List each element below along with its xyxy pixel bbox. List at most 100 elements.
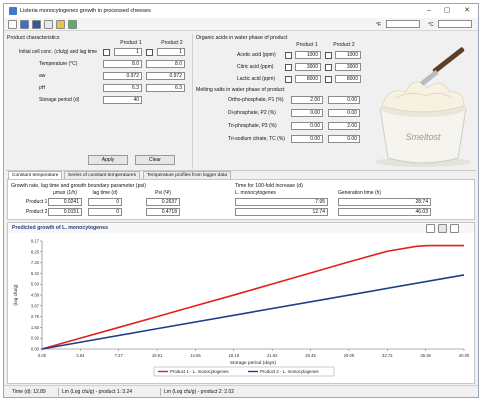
results-panel: Growth rate, lag time and growth boundar… xyxy=(7,179,475,220)
lag-time-value-1: 0 xyxy=(88,198,122,206)
psi-value-1: 0.2637 xyxy=(146,198,180,206)
x-tick-label: 36.36 xyxy=(420,353,431,358)
tri-sodium-citrate-input-2[interactable]: 0.00 xyxy=(328,135,360,143)
clear-button[interactable]: Clear xyxy=(135,155,175,165)
product-heading: Product characteristics xyxy=(7,35,60,41)
lactic-checkbox-1[interactable] xyxy=(285,76,292,83)
close-icon[interactable]: ✕ xyxy=(460,6,474,16)
increase-heading: Time for 100-fold increase (d) xyxy=(235,183,303,189)
organic-product2-column: Product 2 xyxy=(333,42,355,48)
initial-conc-input-2[interactable]: 1 xyxy=(157,48,185,56)
psi-column: Psi (Ψ) xyxy=(155,190,171,196)
window-title: Listeria monocytogenes growth in process… xyxy=(20,8,151,14)
tri-sodium-citrate-input-1[interactable]: 0.00 xyxy=(291,135,323,143)
lag-time-column: lag time (d) xyxy=(92,190,118,196)
y-tick-label: 0.92 xyxy=(31,336,40,341)
plot-header: Predicted growth of L. monocytogenes xyxy=(12,225,108,231)
title-bar: Listeria monocytogenes growth in process… xyxy=(4,4,478,18)
mumax-column: μmax (1/h) xyxy=(53,190,77,196)
tab-series-temperatures[interactable]: Series of constant temperatures xyxy=(64,171,140,179)
di-phosphate-label: Di-phosphate, P2 (%) xyxy=(228,110,276,116)
lag-time-checkbox-1[interactable] xyxy=(103,49,110,56)
plot-save-icon[interactable] xyxy=(438,224,447,233)
toolbar: °F °C xyxy=(4,18,478,31)
citric-input-1[interactable]: 3000 xyxy=(295,63,321,71)
lactic-input-2[interactable]: 8000 xyxy=(335,75,361,83)
x-tick-label: 14.55 xyxy=(190,353,201,358)
y-tick-label: 2.75 xyxy=(31,314,40,319)
storage-period-input[interactable]: 40 xyxy=(103,96,142,104)
temperature-input-2[interactable]: 8.0 xyxy=(146,60,185,68)
acetic-input-2[interactable]: 1000 xyxy=(335,51,361,59)
temperature-label: Temperature (°C) xyxy=(39,61,78,67)
citric-checkbox-1[interactable] xyxy=(285,64,292,71)
tri-phosphate-input-2[interactable]: 2.00 xyxy=(328,122,360,130)
maximize-icon[interactable]: ▢ xyxy=(440,6,454,16)
status-product2: Lm (Log cfu/g) - product 2: 2.02 xyxy=(164,389,235,395)
citric-checkbox-2[interactable] xyxy=(325,64,332,71)
save-icon[interactable] xyxy=(32,20,41,29)
export-icon[interactable] xyxy=(56,20,65,29)
ortho-phosphate-input-2[interactable]: 0.00 xyxy=(328,96,360,104)
fahrenheit-label: °F xyxy=(376,22,382,28)
app-window: Listeria monocytogenes growth in process… xyxy=(3,3,479,398)
generation-time-column: Generation time (h) xyxy=(338,190,382,196)
acetic-checkbox-2[interactable] xyxy=(325,52,332,59)
plot-zoom-icon[interactable] xyxy=(450,224,459,233)
acetic-input-1[interactable]: 1000 xyxy=(295,51,321,59)
help-icon[interactable] xyxy=(68,20,77,29)
psi-value-2: 0.4718 xyxy=(146,208,180,216)
lactic-input-1[interactable]: 8000 xyxy=(295,75,321,83)
di-phosphate-input-2[interactable]: 0.00 xyxy=(328,109,360,117)
initial-conc-input-1[interactable]: 1 xyxy=(114,48,142,56)
y-tick-label: 0.00 xyxy=(31,347,40,352)
di-phosphate-input-1[interactable]: 0.00 xyxy=(291,109,323,117)
new-file-icon[interactable] xyxy=(8,20,17,29)
print-icon[interactable] xyxy=(44,20,53,29)
x-tick-label: 10.91 xyxy=(152,353,163,358)
celsius-label: °C xyxy=(428,22,434,28)
ph-input-2[interactable]: 6.3 xyxy=(146,84,185,92)
y-tick-label: 5.50 xyxy=(31,282,40,287)
x-tick-label: 21.82 xyxy=(267,353,278,358)
lactic-label: Lactic acid (ppm) xyxy=(237,76,276,82)
lm-column: L. monocytogenes xyxy=(235,190,276,196)
temperature-input-1[interactable]: 8.0 xyxy=(103,60,142,68)
ph-input-1[interactable]: 6.3 xyxy=(103,84,142,92)
x-tick-label: 0.00 xyxy=(38,353,47,358)
legend-label-product-1: Product 1 - L. monocytogenes xyxy=(170,369,229,374)
tri-phosphate-input-1[interactable]: 0.00 xyxy=(291,122,323,130)
app-icon xyxy=(9,7,17,15)
minimize-icon[interactable]: – xyxy=(422,6,436,16)
acetic-checkbox-1[interactable] xyxy=(285,52,292,59)
tab-constant-temperature[interactable]: Constant temperature xyxy=(8,171,63,179)
lag-time-value-2: 0 xyxy=(88,208,122,216)
acetic-label: Acetic acid (ppm) xyxy=(237,52,276,58)
citric-input-2[interactable]: 3000 xyxy=(335,63,361,71)
fahrenheit-input[interactable] xyxy=(386,20,420,28)
generation-time-value-1: 28.74 xyxy=(338,198,431,206)
growth-chart: 0.00 3.64 7.27 10.91 14.55 18.18 21.82 25.45 29.… xyxy=(8,233,474,383)
y-tick-label: 9.17 xyxy=(31,239,40,244)
lactic-checkbox-2[interactable] xyxy=(325,76,332,83)
plot-panel: Predicted growth of L. monocytogenes 0.0… xyxy=(7,222,475,384)
aw-input-2[interactable]: 0.972 xyxy=(146,72,185,80)
status-time: Time (d): 12.89 xyxy=(12,389,46,395)
aw-input-1[interactable]: 0.972 xyxy=(103,72,142,80)
brand-label: Smeltost xyxy=(405,132,441,142)
increase-time-value-2: 12.74 xyxy=(235,208,328,216)
ortho-phosphate-input-1[interactable]: 2.00 xyxy=(291,96,323,104)
tab-temperature-profiles[interactable]: Temperature profiles from logger data xyxy=(143,171,231,179)
lag-time-checkbox-2[interactable] xyxy=(146,49,153,56)
x-tick-label: 40.00 xyxy=(459,353,470,358)
apply-button[interactable]: Apply xyxy=(88,155,128,165)
aw-label: aw xyxy=(39,73,46,79)
plot-copy-icon[interactable] xyxy=(426,224,435,233)
open-icon[interactable] xyxy=(20,20,29,29)
ortho-phosphate-label: Ortho-phosphate, P1 (%) xyxy=(228,97,284,103)
y-tick-label: 6.42 xyxy=(31,271,40,276)
celsius-input[interactable] xyxy=(438,20,472,28)
product2-column: Product 2 xyxy=(161,40,183,46)
status-product1: Lm (Log cfu/g) - product 1: 3.24 xyxy=(62,389,133,395)
y-tick-label: 4.58 xyxy=(31,293,40,298)
